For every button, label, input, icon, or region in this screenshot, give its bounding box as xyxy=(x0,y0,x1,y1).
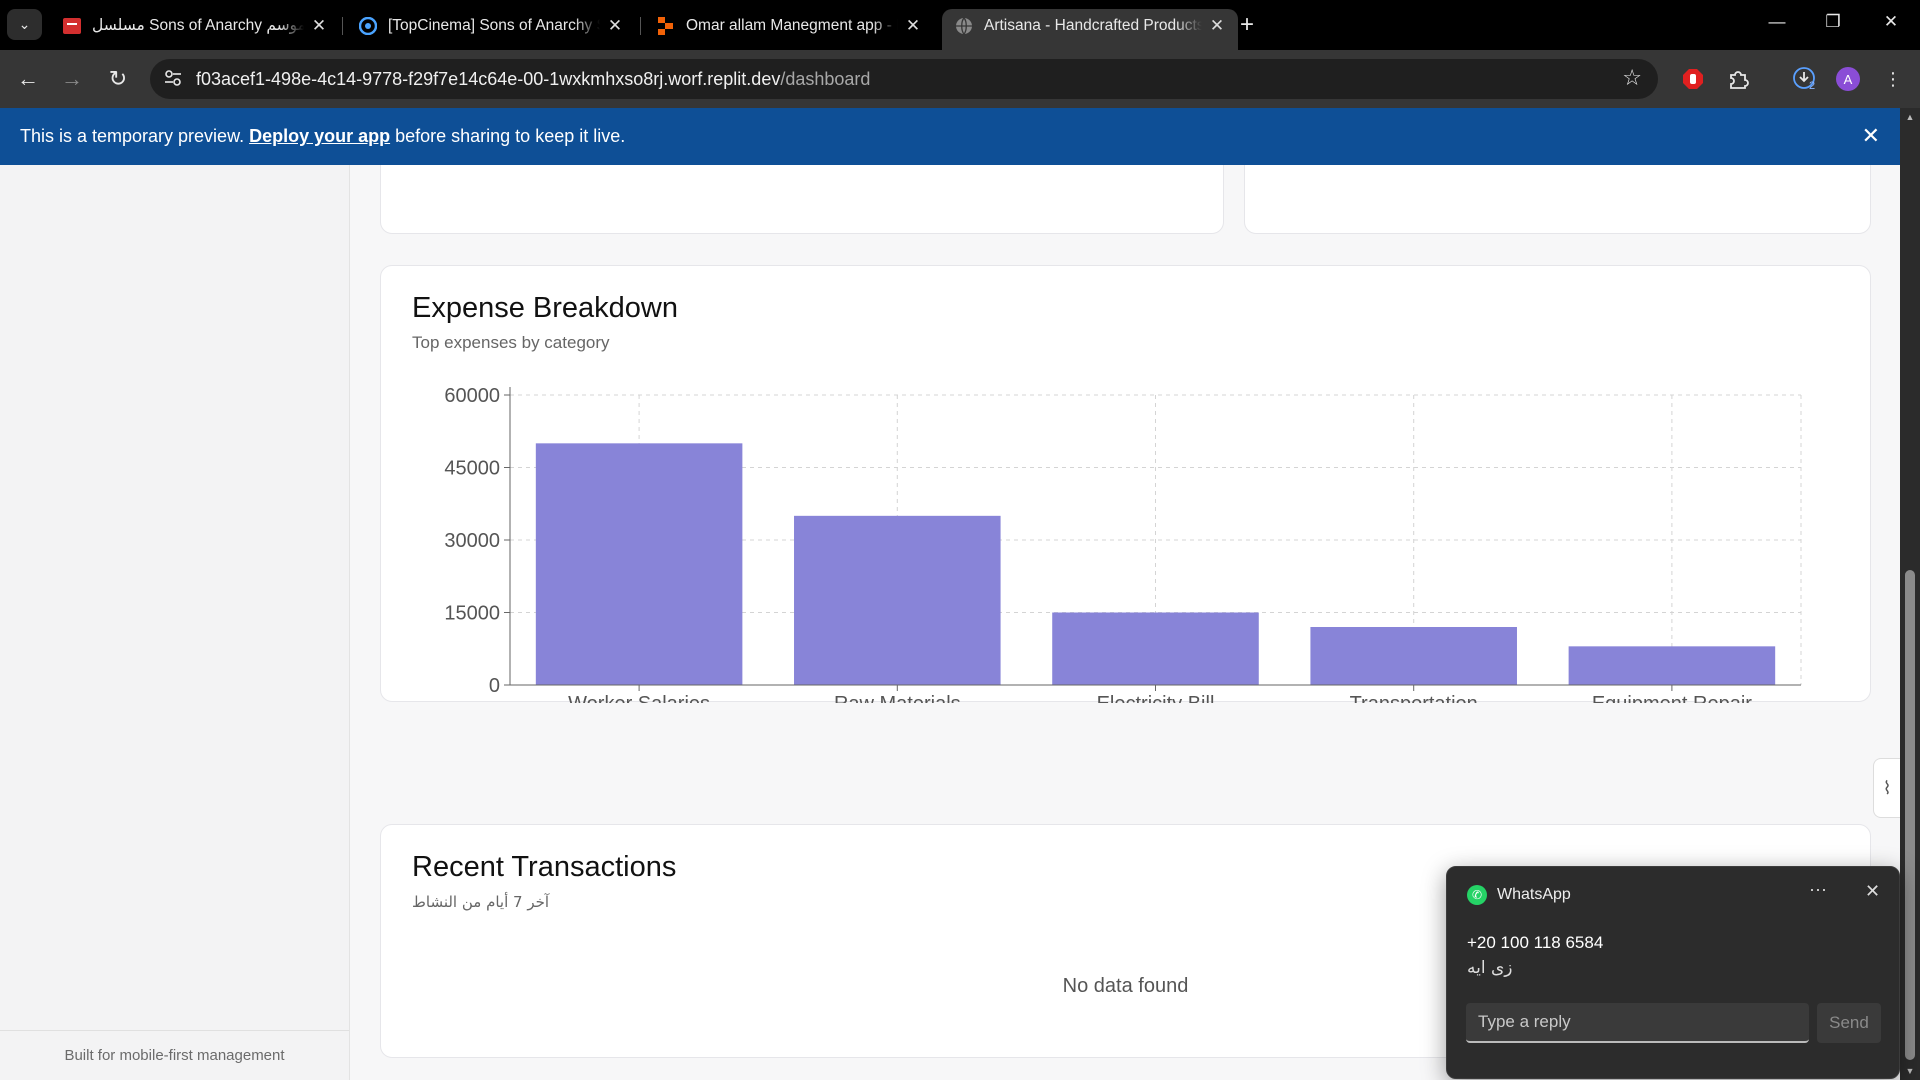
tab-title: [TopCinema] Sons of Anarchy S xyxy=(388,16,600,34)
handle-icon: ⌇ xyxy=(1882,777,1892,798)
url-host: f03acef1-498e-4c14-9778-f29f7e14c64e-00-… xyxy=(196,69,781,89)
browser-tab-active[interactable]: Artisana - Handcrafted Products ✕ xyxy=(942,9,1238,50)
restore-icon[interactable]: ❐ xyxy=(1818,12,1848,32)
summary-card-right xyxy=(1244,158,1871,234)
browser-tab-3[interactable]: Omar allam Manegment app - R ✕ xyxy=(644,9,934,42)
close-tab-icon[interactable]: ✕ xyxy=(310,16,328,36)
extensions-puzzle-icon[interactable] xyxy=(1725,66,1751,92)
chevron-down-icon: ⌄ xyxy=(18,16,31,32)
y-tick-label: 45000 xyxy=(444,458,500,480)
send-button[interactable]: Send xyxy=(1817,1003,1881,1043)
toast-close-icon[interactable]: ✕ xyxy=(1865,881,1880,902)
recent-title: Recent Transactions xyxy=(412,851,677,883)
window-close-icon[interactable]: ✕ xyxy=(1876,12,1906,32)
back-arrow-icon[interactable]: ← xyxy=(13,64,43,94)
download-count: 2 xyxy=(1809,80,1816,92)
x-tick-label: Equipment Repair xyxy=(1592,693,1752,703)
bar-transportation xyxy=(1310,627,1517,685)
profile-avatar[interactable]: A xyxy=(1835,66,1861,92)
expense-breakdown-card: Expense Breakdown Top expenses by catego… xyxy=(380,265,1871,703)
minimize-icon[interactable]: — xyxy=(1762,12,1792,32)
x-tick-label: Electricity Bill xyxy=(1097,693,1215,703)
x-tick-label: Worker Salaries xyxy=(568,693,710,703)
more-options-icon[interactable]: ··· xyxy=(1809,879,1827,900)
toast-app-name: WhatsApp xyxy=(1497,886,1571,903)
banner-text: This is a temporary preview. xyxy=(20,126,245,146)
browser-tab-2[interactable]: [TopCinema] Sons of Anarchy S ✕ xyxy=(346,9,636,42)
bookmark-star-icon[interactable]: ☆ xyxy=(1622,65,1642,91)
whatsapp-icon: ✆ xyxy=(1467,885,1487,905)
x-tick-label: Raw Materials xyxy=(834,693,961,703)
sidebar: Built for mobile-first management xyxy=(0,165,350,1080)
scroll-down-icon[interactable]: ▼ xyxy=(1904,1066,1916,1076)
url-text[interactable]: f03acef1-498e-4c14-9778-f29f7e14c64e-00-… xyxy=(196,69,870,90)
address-bar[interactable]: f03acef1-498e-4c14-9778-f29f7e14c64e-00-… xyxy=(150,59,1658,99)
preview-banner: This is a temporary preview. Deploy your… xyxy=(0,108,1900,165)
tab-divider xyxy=(640,17,641,35)
scroll-thumb[interactable] xyxy=(1905,570,1915,1060)
reply-input[interactable] xyxy=(1466,1003,1809,1043)
avatar-initial: A xyxy=(1836,67,1860,91)
adblock-extension-icon[interactable] xyxy=(1680,66,1706,92)
browser-toolbar: ← → ↻ f03acef1-498e-4c14-9778-f29f7e14c6… xyxy=(0,50,1920,108)
tab-title: مسلسل Sons of Anarchy الموسم xyxy=(92,17,304,34)
topcinema-icon xyxy=(358,16,378,36)
bar-worker-salaries xyxy=(535,443,743,685)
forward-arrow-icon[interactable]: → xyxy=(57,64,87,94)
reload-icon[interactable]: ↻ xyxy=(103,64,133,94)
bar-raw-materials xyxy=(794,515,1001,685)
browser-tab-bar: ⌄ مسلسل Sons of Anarchy الموسم ✕ [TopCin… xyxy=(0,0,1920,50)
browser-menu-icon[interactable]: ⋮ xyxy=(1880,66,1906,92)
close-tab-icon[interactable]: ✕ xyxy=(606,16,624,36)
side-panel-handle[interactable]: ⌇ xyxy=(1873,758,1900,818)
x-tick-label: Transportation xyxy=(1350,693,1478,703)
toast-sender: +20 100 118 6584 xyxy=(1467,933,1604,952)
recent-subtitle: آخر 7 أيام من النشاط xyxy=(412,893,550,911)
site-settings-icon[interactable] xyxy=(164,69,184,89)
toast-message: زى ايه xyxy=(1467,958,1513,978)
tab-divider xyxy=(342,17,343,35)
toast-header: ✆ WhatsApp xyxy=(1467,885,1571,905)
y-tick-label: 0 xyxy=(489,675,500,697)
page-scrollbar[interactable]: ▲ ▼ xyxy=(1900,108,1920,1080)
banner-close-icon[interactable]: ✕ xyxy=(1862,123,1880,149)
whatsapp-notification: ✆ WhatsApp ··· ✕ +20 100 118 6584 زى ايه… xyxy=(1446,866,1900,1079)
red-flag-icon xyxy=(62,16,82,36)
replit-icon xyxy=(656,16,676,36)
globe-icon xyxy=(954,16,974,36)
close-tab-icon[interactable]: ✕ xyxy=(904,16,922,36)
new-tab-button[interactable]: + xyxy=(1240,12,1254,38)
browser-tab-1[interactable]: مسلسل Sons of Anarchy الموسم ✕ xyxy=(50,9,340,42)
tab-title: Artisana - Handcrafted Products xyxy=(984,16,1202,34)
scroll-up-icon[interactable]: ▲ xyxy=(1904,112,1916,122)
close-tab-icon[interactable]: ✕ xyxy=(1208,16,1226,36)
expense-bar-chart: 0 15000 30000 45000 60000 Worker Salaries Raw … xyxy=(444,385,1802,703)
downloads-icon[interactable]: 2 xyxy=(1791,66,1817,92)
deploy-link[interactable]: Deploy your app xyxy=(249,126,390,147)
bar-equipment-repair xyxy=(1568,646,1776,685)
summary-card-left xyxy=(380,158,1224,234)
banner-text-after: before sharing to keep it live. xyxy=(395,126,626,146)
y-tick-label: 60000 xyxy=(444,385,500,407)
tab-search-button[interactable]: ⌄ xyxy=(7,9,42,40)
y-tick-label: 15000 xyxy=(444,603,500,625)
sidebar-footer: Built for mobile-first management xyxy=(0,1030,349,1080)
y-tick-label: 30000 xyxy=(444,530,500,552)
tab-title: Omar allam Manegment app - R xyxy=(686,16,898,34)
bar-electricity-bill xyxy=(1052,612,1259,685)
url-path: /dashboard xyxy=(780,69,871,89)
